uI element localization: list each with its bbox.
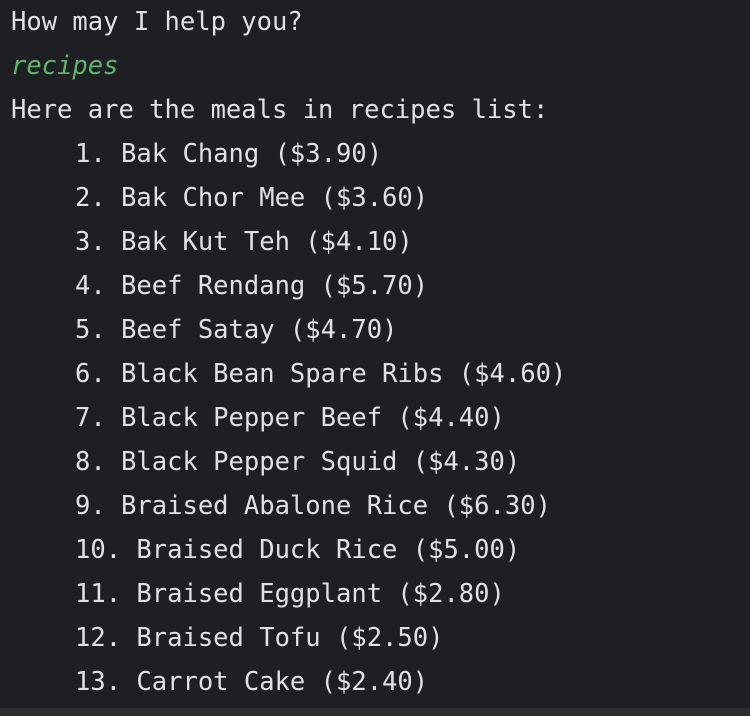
console-output: How may I help you? recipes Here are the… — [11, 0, 750, 704]
horizontal-scrollbar[interactable] — [0, 708, 750, 716]
meal-item: 3. Bak Kut Teh ($4.10) — [75, 227, 413, 257]
meal-item: 8. Black Pepper Squid ($4.30) — [75, 447, 521, 477]
prompt-line: How may I help you? — [11, 7, 303, 37]
user-input-line: recipes — [11, 51, 119, 81]
meal-item: 12. Braised Tofu ($2.50) — [75, 623, 444, 653]
meal-item: 10. Braised Duck Rice ($5.00) — [75, 535, 521, 565]
response-header: Here are the meals in recipes list: — [11, 95, 549, 125]
meal-item: 2. Bak Chor Mee ($3.60) — [75, 183, 429, 213]
meal-item: 4. Beef Rendang ($5.70) — [75, 271, 429, 301]
meal-item: 5. Beef Satay ($4.70) — [75, 315, 398, 345]
meal-item: 1. Bak Chang ($3.90) — [75, 139, 383, 169]
meal-item: 11. Braised Eggplant ($2.80) — [75, 579, 505, 609]
meal-item: 13. Carrot Cake ($2.40) — [75, 667, 429, 697]
meal-item: 9. Braised Abalone Rice ($6.30) — [75, 491, 551, 521]
meal-item: 6. Black Bean Spare Ribs ($4.60) — [75, 359, 567, 389]
meal-item: 7. Black Pepper Beef ($4.40) — [75, 403, 505, 433]
